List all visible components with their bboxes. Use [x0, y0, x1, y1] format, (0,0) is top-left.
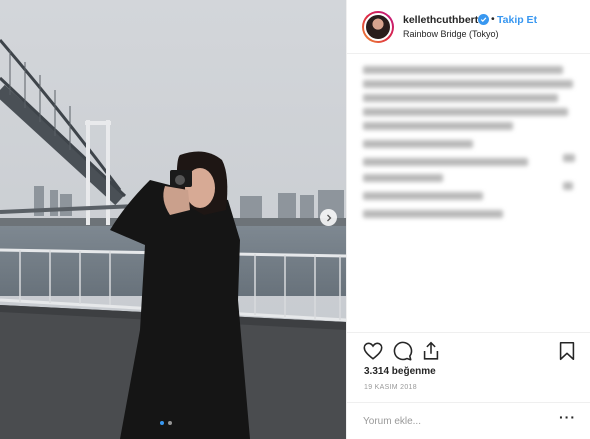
- post-photo[interactable]: [0, 0, 346, 439]
- carousel-dots: [160, 421, 172, 425]
- avatar-image: [364, 13, 392, 41]
- bookmark-icon: [559, 341, 575, 361]
- post-header: kellethcuthbert • Takip Et Rainbow Bridg…: [347, 0, 590, 54]
- blurred-caption: [363, 66, 583, 226]
- avatar[interactable]: [362, 11, 394, 43]
- post-sidebar: kellethcuthbert • Takip Et Rainbow Bridg…: [346, 0, 590, 439]
- verified-badge-icon: [478, 14, 489, 25]
- post-actions: 3.314 beğenme 19 KASIM 2018: [347, 332, 590, 402]
- comment-button[interactable]: [391, 340, 413, 362]
- more-options-button[interactable]: ···: [559, 409, 576, 425]
- location-link[interactable]: Rainbow Bridge (Tokyo): [403, 29, 499, 39]
- follow-button[interactable]: Takip Et: [497, 14, 537, 26]
- header-separator: •: [491, 13, 495, 25]
- heart-icon: [363, 342, 383, 360]
- save-button[interactable]: [556, 340, 578, 362]
- carousel-dot: [168, 421, 172, 425]
- share-button[interactable]: [420, 340, 442, 362]
- comment-icon: [393, 341, 413, 361]
- carousel-dot-active: [160, 421, 164, 425]
- photo-scene: [0, 0, 346, 439]
- likes-count[interactable]: 3.314 beğenme: [364, 366, 436, 377]
- next-photo-button[interactable]: [320, 209, 337, 226]
- post-date: 19 KASIM 2018: [364, 384, 417, 391]
- like-button[interactable]: [362, 340, 384, 362]
- chevron-right-icon: [326, 214, 331, 221]
- share-icon: [423, 341, 439, 360]
- comment-input[interactable]: [363, 412, 543, 430]
- username-link[interactable]: kellethcuthbert: [403, 14, 478, 26]
- comment-bar: ···: [347, 402, 590, 439]
